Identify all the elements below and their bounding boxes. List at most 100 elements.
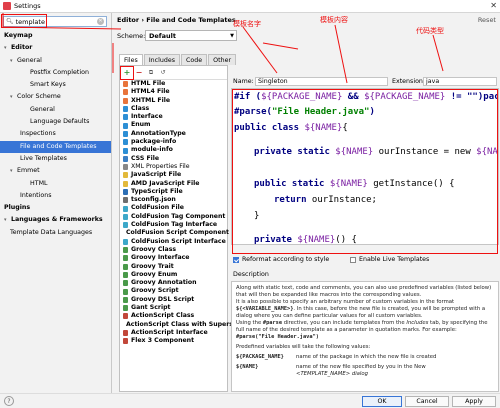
template-list-item[interactable]: ColdFusion Tag Component xyxy=(123,213,227,221)
template-list: HTML File HTML4 File XHTML File Class Interf… xyxy=(120,80,233,346)
checkbox-unchecked-icon xyxy=(350,256,356,263)
file-type-icon xyxy=(123,106,128,113)
help-icon[interactable]: ? xyxy=(4,396,14,406)
file-type-icon xyxy=(123,130,128,137)
template-list-item[interactable]: Interface xyxy=(123,113,227,121)
template-name: ColdFusion File xyxy=(131,204,184,212)
sidebar-item[interactable]: Plugins xyxy=(0,202,111,214)
template-list-item[interactable]: CSS File xyxy=(123,155,227,163)
file-type-icon xyxy=(123,238,128,245)
expand-arrow-icon[interactable]: ▾ xyxy=(4,214,11,226)
sidebar-item[interactable]: Live Templates xyxy=(0,153,111,165)
sidebar-item[interactable]: Keymap xyxy=(0,30,111,42)
clear-search-icon[interactable]: ✕ xyxy=(97,18,104,25)
template-list-item[interactable]: TypeScript File xyxy=(123,188,227,196)
template-list-item[interactable]: package-info xyxy=(123,138,227,146)
file-type-icon xyxy=(123,255,128,262)
template-name: Groovy Enum xyxy=(131,270,178,278)
template-name: ActionScript Class xyxy=(131,312,195,320)
sidebar-item[interactable]: Postfix Completion xyxy=(0,67,111,79)
settings-tree: Keymap ▾ Editor ▾ General Postfix Completion S… xyxy=(0,30,111,239)
file-type-icon xyxy=(123,189,128,195)
template-list-item[interactable]: Groovy Annotation xyxy=(123,279,227,287)
sidebar-item[interactable]: Language Defaults xyxy=(0,116,111,128)
template-list-item[interactable]: AMD JavaScript File xyxy=(123,180,227,188)
ok-button[interactable]: OK xyxy=(362,396,402,407)
cancel-button[interactable]: Cancel xyxy=(405,396,449,407)
template-list-item[interactable]: Class xyxy=(123,105,227,113)
template-list-item[interactable]: ColdFusion Tag Interface xyxy=(123,221,227,229)
sidebar-item[interactable]: ▾ Languages & Frameworks xyxy=(0,214,111,226)
file-type-icon xyxy=(123,97,128,104)
sidebar-item[interactable]: File and Code Templates xyxy=(0,140,111,153)
template-list-item[interactable]: ColdFusion File xyxy=(123,204,227,212)
sidebar-item-label: Template Data Languages xyxy=(10,228,93,236)
template-name: JavaScript File xyxy=(131,171,182,179)
file-type-icon xyxy=(123,296,128,303)
sidebar-item[interactable]: Inspections xyxy=(0,128,111,140)
sidebar-item[interactable]: General xyxy=(0,104,111,116)
main-panel: Editor › File and Code Templates Reset S… xyxy=(2,13,500,393)
sidebar-item[interactable]: ▾ Color Scheme xyxy=(0,91,111,103)
expand-arrow-icon[interactable]: ▾ xyxy=(10,91,17,103)
template-name: Groovy Annotation xyxy=(131,279,197,287)
template-list-item[interactable]: XML Properties File xyxy=(123,163,227,171)
template-list-item[interactable]: JavaScript File xyxy=(123,171,227,179)
template-list-item[interactable]: Groovy Enum xyxy=(123,271,227,279)
template-name: Interface xyxy=(131,113,163,121)
sidebar-item[interactable]: ▾ General xyxy=(0,55,111,67)
sidebar-item[interactable]: HTML xyxy=(0,178,111,190)
template-list-item[interactable]: Flex 3 Component xyxy=(123,337,227,345)
sidebar-item[interactable]: Template Data Languages xyxy=(0,227,111,239)
template-list-panel: + − ⧉ ↺ HTML File HTML4 File XHTML File Cla… xyxy=(119,65,233,392)
file-type-icon xyxy=(123,338,128,345)
expand-arrow-icon[interactable]: ▾ xyxy=(10,165,17,177)
template-name: package-info xyxy=(131,138,177,146)
template-editor-panel: Name: Singleton Extension: java #if (${P… xyxy=(231,77,499,392)
live-templates-checkbox[interactable]: Enable Live Templates xyxy=(350,256,429,263)
template-name: Groovy DSL Script xyxy=(131,295,195,303)
template-list-item[interactable]: Gant Script xyxy=(123,304,227,312)
sidebar-item-label: Keymap xyxy=(4,32,33,39)
template-name: Groovy Script xyxy=(131,287,179,295)
template-name: ActionScript Class with Supers xyxy=(126,320,233,328)
file-type-icon xyxy=(123,197,128,204)
sidebar-item[interactable]: ▾ Emmet xyxy=(0,165,111,177)
template-list-item[interactable]: ActionScript Class xyxy=(123,312,227,320)
template-list-item[interactable]: ColdFusion Script Interface xyxy=(123,238,227,246)
sidebar-item[interactable]: Intentions xyxy=(0,190,111,202)
sidebar-item-label: Color Scheme xyxy=(17,93,61,101)
variable-row: ${NAME} name of the new file specified by… xyxy=(236,364,426,377)
template-list-item[interactable]: Enum xyxy=(123,121,227,129)
template-list-item[interactable]: tsconfig.json xyxy=(123,196,227,204)
apply-button[interactable]: Apply xyxy=(452,396,496,407)
template-list-item[interactable]: Groovy Class xyxy=(123,246,227,254)
template-list-item[interactable]: Groovy Script xyxy=(123,287,227,295)
sidebar-item-label: Plugins xyxy=(4,204,31,212)
template-list-item[interactable]: AnnotationType xyxy=(123,130,227,138)
template-name: ColdFusion Tag Interface xyxy=(131,221,218,229)
sidebar-item[interactable]: ▾ Editor xyxy=(0,42,111,54)
template-name: AMD JavaScript File xyxy=(131,179,200,187)
expand-arrow-icon[interactable]: ▾ xyxy=(4,42,11,54)
template-list-item[interactable]: module-info xyxy=(123,146,227,154)
sidebar-item-label: General xyxy=(17,56,42,64)
annotation-arrows xyxy=(2,13,444,84)
template-list-item[interactable]: XHTML File xyxy=(123,97,227,105)
close-icon[interactable]: ✕ xyxy=(490,1,497,10)
template-name: ActionScript Interface xyxy=(131,328,208,336)
template-list-item[interactable]: Groovy Interface xyxy=(123,254,227,262)
reformat-checkbox[interactable]: Reformat according to style xyxy=(233,256,329,263)
template-list-item[interactable]: Groovy DSL Script xyxy=(123,296,227,304)
template-list-item[interactable]: ActionScript Class with Supers xyxy=(123,321,233,329)
file-type-icon xyxy=(123,139,128,146)
sidebar-item[interactable]: Smart Keys xyxy=(0,79,111,91)
description-panel[interactable]: Along with static text, code and comment… xyxy=(231,281,499,392)
template-list-item[interactable]: ActionScript Interface xyxy=(123,329,227,337)
template-list-item[interactable]: Groovy Trait xyxy=(123,263,227,271)
template-name: TypeScript File xyxy=(131,187,183,195)
expand-arrow-icon[interactable]: ▾ xyxy=(10,55,17,67)
template-list-item[interactable]: ColdFusion Script Component xyxy=(123,229,229,237)
template-name: tsconfig.json xyxy=(131,196,176,204)
sidebar-item-label: File and Code Templates xyxy=(20,142,97,150)
